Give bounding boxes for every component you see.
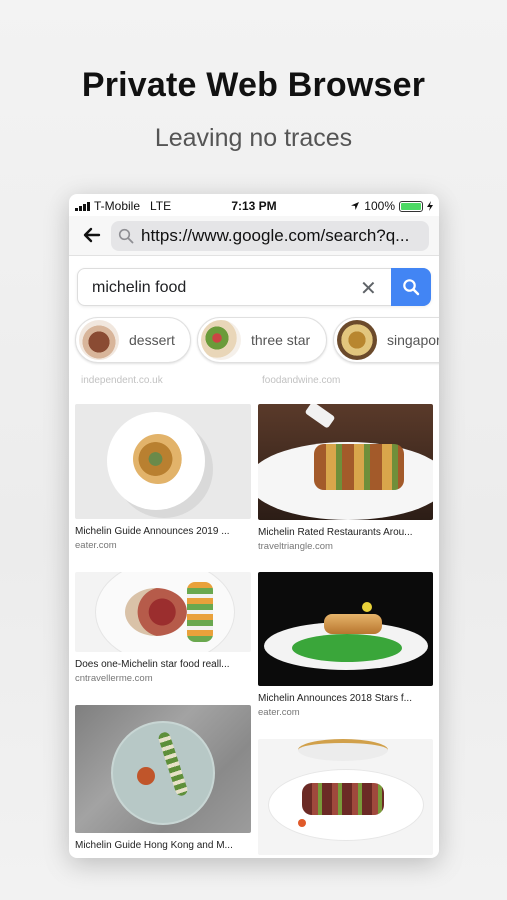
result-source: eater.com xyxy=(75,540,117,551)
result-title: Michelin Guide Hong Kong and M... xyxy=(75,840,233,851)
address-bar[interactable]: https://www.google.com/search?q... xyxy=(111,221,429,251)
chip-thumbnail xyxy=(79,320,119,360)
suggestion-chips: dessert three star singapore xyxy=(75,317,439,365)
search-query[interactable]: michelin food xyxy=(92,279,186,297)
chip-label: singapore xyxy=(387,332,439,348)
chip-thumbnail xyxy=(337,320,377,360)
result-title: Michelin Guide Announces 2019 ... xyxy=(75,526,230,537)
image-result[interactable]: Michelin Announces 2018 Stars f... eater… xyxy=(258,572,433,718)
battery-percent: 100% xyxy=(364,199,395,213)
chip-label: three star xyxy=(251,332,311,348)
result-source: cntravellerme.com xyxy=(75,673,153,684)
browser-toolbar: https://www.google.com/search?q... xyxy=(69,216,439,256)
result-image xyxy=(75,404,251,519)
result-image xyxy=(258,739,433,855)
chip-thumbnail xyxy=(201,320,241,360)
chip-label: dessert xyxy=(129,332,175,348)
search-box[interactable]: michelin food ✕ xyxy=(77,268,431,306)
url-text: https://www.google.com/search?q... xyxy=(141,226,410,245)
status-bar: T-Mobile LTE 7:13 PM 100% xyxy=(69,194,439,216)
battery-icon xyxy=(399,200,423,212)
image-result[interactable]: Does one-Michelin star food reall... cnt… xyxy=(75,572,251,684)
image-result[interactable]: Michelin Guide Announces 2019 ... eater.… xyxy=(75,404,251,551)
image-result[interactable] xyxy=(258,739,433,855)
result-image xyxy=(258,404,433,520)
result-image xyxy=(75,705,251,833)
location-arrow-icon xyxy=(351,202,360,210)
clear-icon[interactable]: ✕ xyxy=(360,276,377,301)
result-title: Michelin Rated Restaurants Arou... xyxy=(258,527,413,538)
chip-dessert[interactable]: dessert xyxy=(75,317,191,363)
search-icon xyxy=(118,228,134,244)
faded-source: independent.co.uk xyxy=(81,375,163,386)
charging-bolt-icon xyxy=(427,201,433,211)
result-source: traveltriangle.com xyxy=(258,541,333,552)
result-image xyxy=(75,572,251,652)
result-source: eater.com xyxy=(258,707,300,718)
promo-headline: Private Web Browser xyxy=(81,66,426,104)
chip-singapore[interactable]: singapore xyxy=(333,317,439,363)
search-button[interactable] xyxy=(391,268,431,306)
search-icon xyxy=(403,279,420,296)
result-title: Does one-Michelin star food reall... xyxy=(75,659,230,670)
chip-three-star[interactable]: three star xyxy=(197,317,327,363)
image-result[interactable]: Michelin Rated Restaurants Arou... trave… xyxy=(258,404,433,552)
result-title: Michelin Announces 2018 Stars f... xyxy=(258,693,412,704)
faded-source: foodandwine.com xyxy=(262,375,341,386)
result-image xyxy=(258,572,433,686)
phone-screen: T-Mobile LTE 7:13 PM 100% https://www.go… xyxy=(69,194,439,858)
back-arrow-icon[interactable] xyxy=(79,222,105,248)
promo-subline: Leaving no traces xyxy=(154,124,353,152)
image-result[interactable]: Michelin Guide Hong Kong and M... xyxy=(75,705,251,851)
